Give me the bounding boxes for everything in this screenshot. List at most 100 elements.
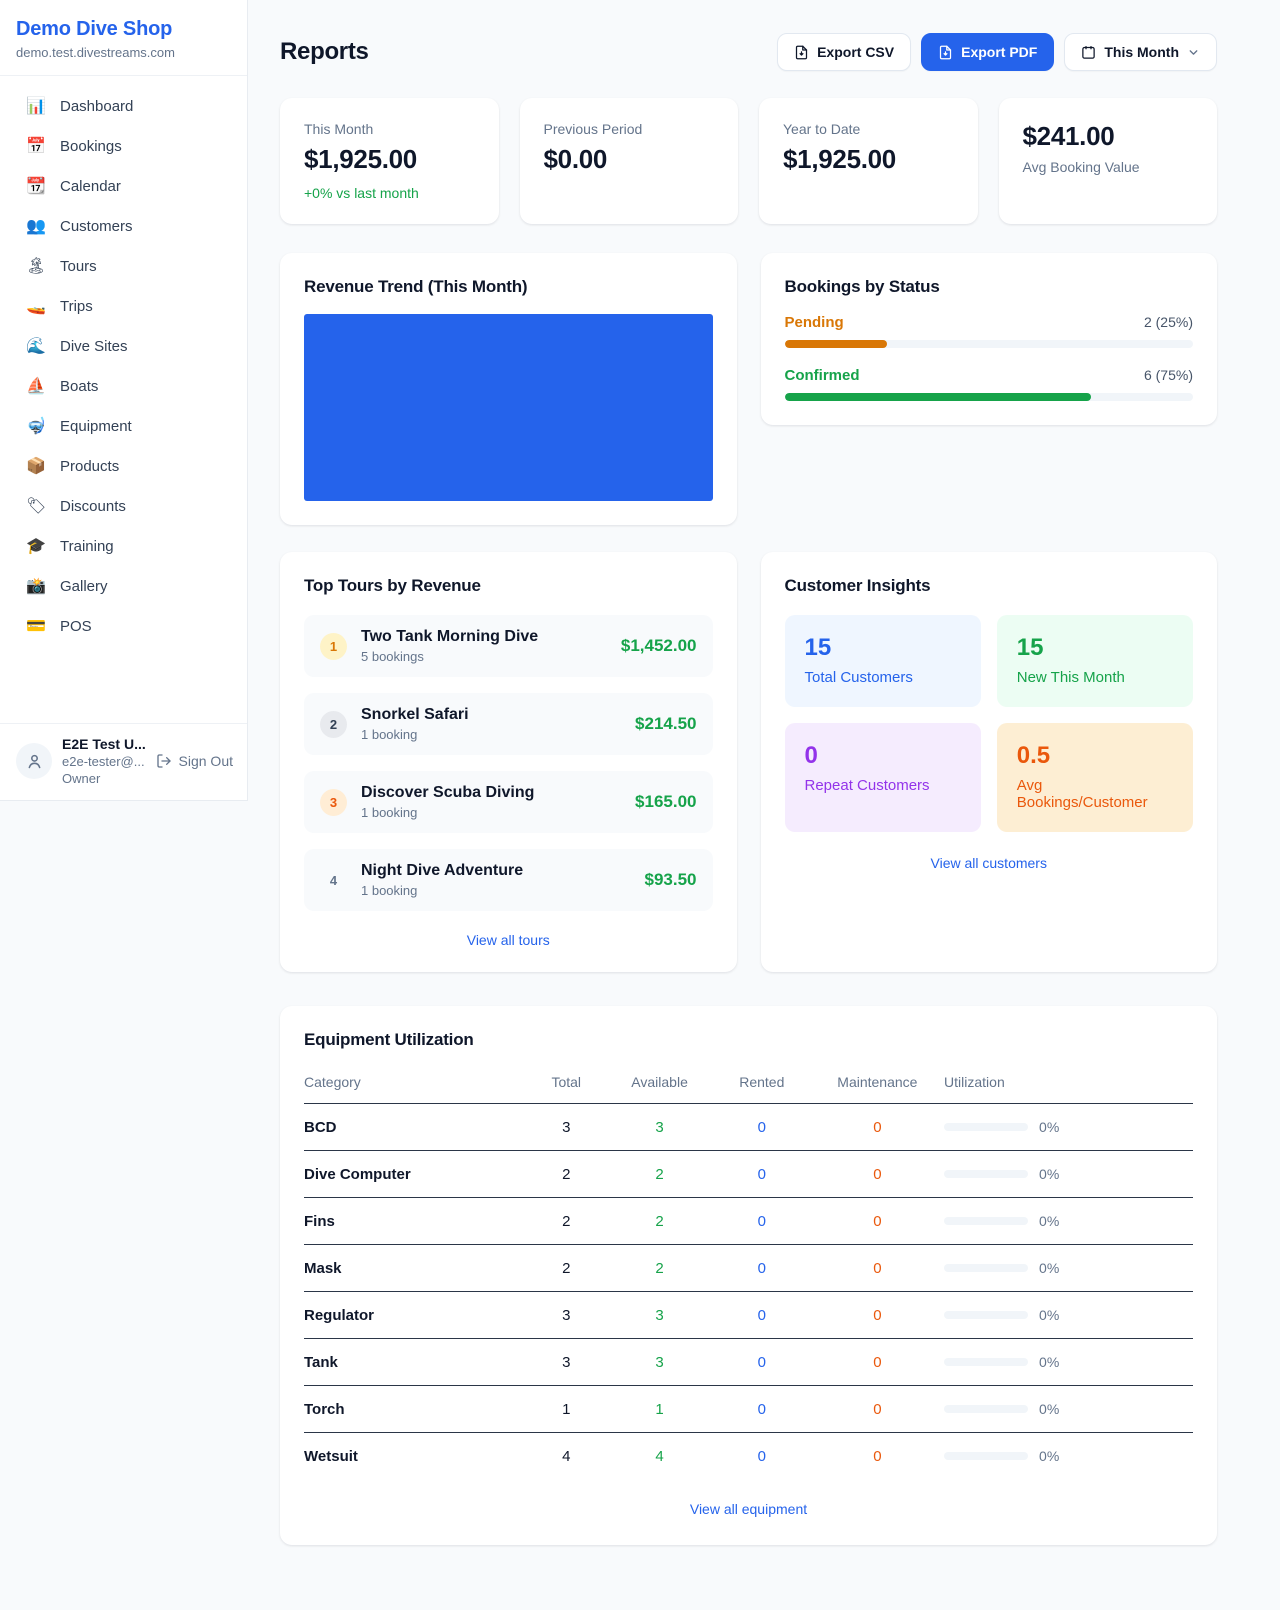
sign-out-button[interactable]: Sign Out xyxy=(156,753,233,769)
utilization-percent: 0% xyxy=(1039,1119,1059,1135)
revenue-chart-bar xyxy=(304,314,713,501)
cell-rented: 0 xyxy=(713,1198,811,1245)
page-header: Reports Export CSV Export PDF This Month xyxy=(280,33,1217,71)
brand-name: Demo Dive Shop xyxy=(16,18,231,41)
brand-domain: demo.test.divestreams.com xyxy=(16,45,231,60)
tour-bookings-count: 1 booking xyxy=(361,883,523,898)
bookings-by-status-title: Bookings by Status xyxy=(785,277,1194,297)
utilization-percent: 0% xyxy=(1039,1213,1059,1229)
user-panel: E2E Test U... e2e-tester@... Owner Sign … xyxy=(0,723,247,800)
view-all-customers-link[interactable]: View all customers xyxy=(785,855,1194,871)
insight-value: 15 xyxy=(805,634,961,662)
utilization-bar xyxy=(944,1264,1028,1272)
sidebar-item-customers[interactable]: 👥 Customers xyxy=(0,206,247,246)
stat-value: $241.00 xyxy=(1023,121,1194,152)
utilization-percent: 0% xyxy=(1039,1448,1059,1464)
tour-name: Two Tank Morning Dive xyxy=(361,628,538,646)
cell-total: 2 xyxy=(526,1151,606,1198)
cell-utilization: 0% xyxy=(944,1245,1193,1292)
insight-label: Total Customers xyxy=(805,669,961,686)
cell-maintenance: 0 xyxy=(811,1104,944,1151)
cell-maintenance: 0 xyxy=(811,1151,944,1198)
cell-total: 4 xyxy=(526,1433,606,1480)
utilization-percent: 0% xyxy=(1039,1401,1059,1417)
user-email: e2e-tester@... xyxy=(62,754,146,769)
sidebar-item-training[interactable]: 🎓Training xyxy=(0,526,247,566)
status-progress-track xyxy=(785,393,1194,401)
cell-category: Torch xyxy=(304,1386,526,1433)
sidebar-item-label: Bookings xyxy=(60,138,122,155)
view-all-equipment-link[interactable]: View all equipment xyxy=(304,1501,1193,1517)
user-role: Owner xyxy=(62,771,146,786)
sidebar-item-discounts[interactable]: 🏷Discounts xyxy=(0,486,247,526)
sidebar-item-label: Training xyxy=(60,538,114,555)
column-header-available: Available xyxy=(606,1063,713,1104)
sidebar-item-pos[interactable]: 💳POS xyxy=(0,606,247,646)
sidebar-item-trips[interactable]: 🚤 Trips xyxy=(0,286,247,326)
sailboat-icon: ⛵ xyxy=(26,376,46,396)
equipment-utilization-title: Equipment Utilization xyxy=(304,1030,1193,1050)
export-pdf-button[interactable]: Export PDF xyxy=(921,33,1054,71)
tour-row: 1Two Tank Morning Dive5 bookings$1,452.0… xyxy=(304,615,713,677)
export-csv-button[interactable]: Export CSV xyxy=(777,33,911,71)
table-row: Dive Computer22000% xyxy=(304,1151,1193,1198)
tear-off-calendar-icon: 📆 xyxy=(26,176,46,196)
insight-value: 15 xyxy=(1017,634,1173,662)
insights-row: Top Tours by Revenue 1Two Tank Morning D… xyxy=(280,552,1217,972)
cell-available: 2 xyxy=(606,1198,713,1245)
status-list: Pending2 (25%)Confirmed6 (75%) xyxy=(785,314,1194,401)
cell-rented: 0 xyxy=(713,1104,811,1151)
stat-label: Avg Booking Value xyxy=(1023,159,1194,175)
sidebar-item-dive-sites[interactable]: 🌊Dive Sites xyxy=(0,326,247,366)
sidebar-item-products[interactable]: 📦Products xyxy=(0,446,247,486)
sidebar-item-tours[interactable]: 🏝Tours xyxy=(0,246,247,286)
stat-value: $1,925.00 xyxy=(304,144,475,175)
cell-category: Regulator xyxy=(304,1292,526,1339)
cell-rented: 0 xyxy=(713,1292,811,1339)
sidebar-item-label: Trips xyxy=(60,298,93,315)
status-item: Confirmed6 (75%) xyxy=(785,367,1194,401)
speedboat-icon: 🚤 xyxy=(26,296,46,316)
cell-available: 3 xyxy=(606,1292,713,1339)
sidebar-item-label: Tours xyxy=(60,258,97,275)
tour-info: Two Tank Morning Dive5 bookings xyxy=(361,628,538,664)
insight-tile: 0 Repeat Customers xyxy=(785,723,981,832)
cell-utilization: 0% xyxy=(944,1433,1193,1480)
insight-value: 0.5 xyxy=(1017,742,1173,770)
cell-rented: 0 xyxy=(713,1339,811,1386)
sidebar-item-calendar[interactable]: 📆Calendar xyxy=(0,166,247,206)
cell-rented: 0 xyxy=(713,1433,811,1480)
cell-utilization: 0% xyxy=(944,1339,1193,1386)
table-row: Tank33000% xyxy=(304,1339,1193,1386)
view-all-tours-link[interactable]: View all tours xyxy=(304,932,713,948)
stat-card: $241.00 Avg Booking Value xyxy=(999,98,1218,224)
period-dropdown[interactable]: This Month xyxy=(1064,33,1217,71)
cell-maintenance: 0 xyxy=(811,1198,944,1245)
tour-row: 2Snorkel Safari1 booking$214.50 xyxy=(304,693,713,755)
sidebar-item-label: Customers xyxy=(60,218,133,235)
revenue-trend-card: Revenue Trend (This Month) xyxy=(280,253,737,525)
sidebar-item-equipment[interactable]: 🤿Equipment xyxy=(0,406,247,446)
sidebar-item-label: Equipment xyxy=(60,418,132,435)
sidebar-item-gallery[interactable]: 📸Gallery xyxy=(0,566,247,606)
sidebar-item-boats[interactable]: ⛵ Boats xyxy=(0,366,247,406)
main-content: Reports Export CSV Export PDF This Month… xyxy=(248,0,1280,1585)
customer-insights-title: Customer Insights xyxy=(785,576,1194,596)
credit-card-icon: 💳 xyxy=(26,616,46,636)
sidebar-item-bookings[interactable]: 📅Bookings xyxy=(0,126,247,166)
bar-chart-icon: 📊 xyxy=(26,96,46,116)
utilization-bar xyxy=(944,1452,1028,1460)
cell-available: 3 xyxy=(606,1339,713,1386)
insight-value: 0 xyxy=(805,742,961,770)
status-progress-track xyxy=(785,340,1194,348)
cell-category: Tank xyxy=(304,1339,526,1386)
table-row: BCD33000% xyxy=(304,1104,1193,1151)
sidebar-item-label: Boats xyxy=(60,378,98,395)
stats-grid: This Month$1,925.00+0% vs last monthPrev… xyxy=(280,98,1217,224)
sidebar-item-dashboard[interactable]: 📊Dashboard xyxy=(0,86,247,126)
status-progress-fill xyxy=(785,393,1091,401)
table-row: Mask22000% xyxy=(304,1245,1193,1292)
insight-label: Repeat Customers xyxy=(805,777,961,794)
people-icon: 👥 xyxy=(26,216,46,236)
user-name: E2E Test U... xyxy=(62,736,146,752)
